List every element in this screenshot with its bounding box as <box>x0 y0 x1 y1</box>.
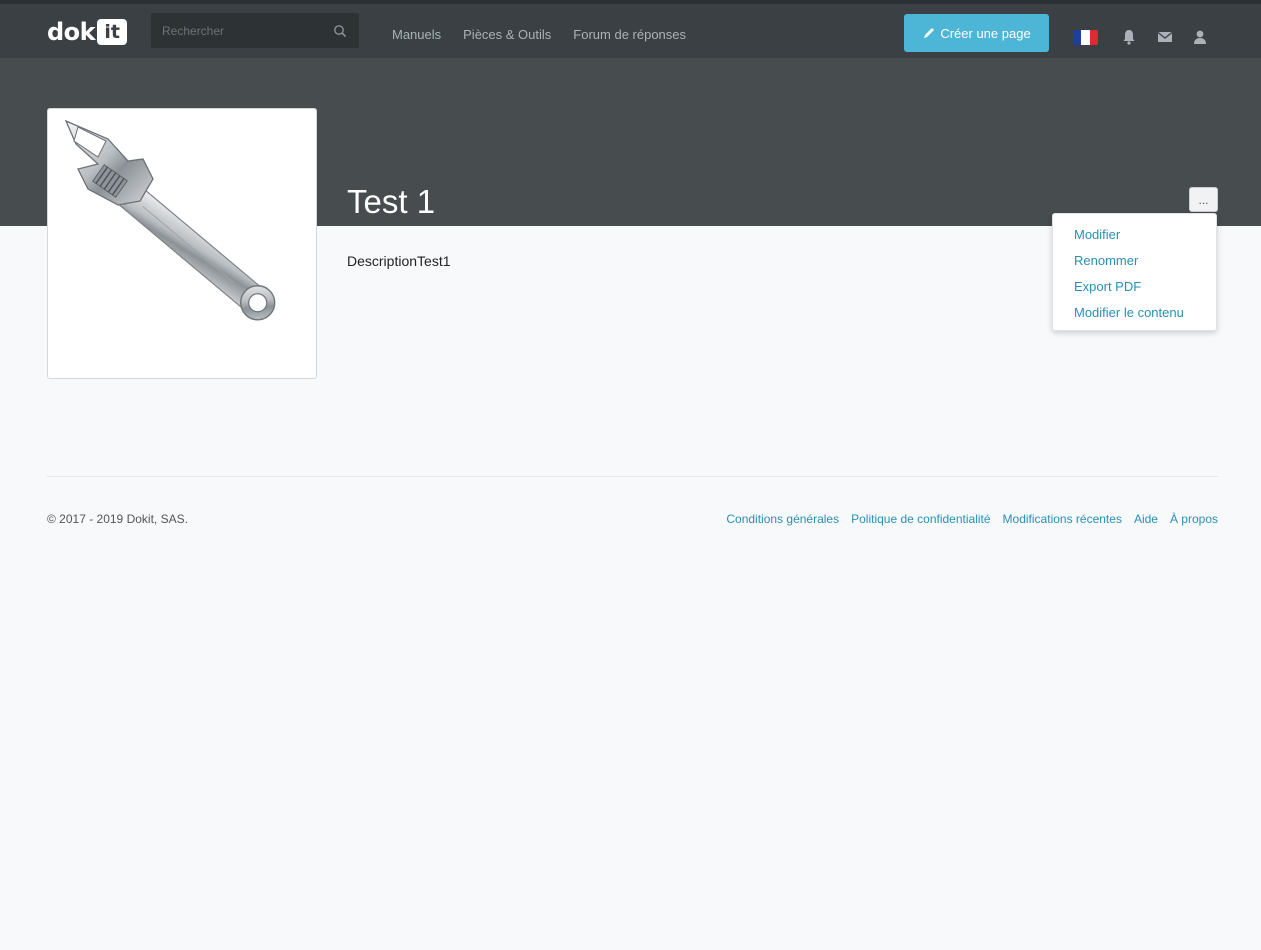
footer-link-modifications[interactable]: Modifications récentes <box>1003 512 1122 526</box>
footer-link-aide[interactable]: Aide <box>1134 512 1158 526</box>
footer-link-a-propos[interactable]: À propos <box>1170 512 1218 526</box>
page-description: DescriptionTest1 <box>347 253 451 269</box>
logo-text: dok <box>47 18 96 46</box>
search-box <box>151 13 359 48</box>
page-actions-menu: Modifier Renommer Export PDF Modifier le… <box>1052 213 1217 331</box>
footer-links: Conditions générales Politique de confid… <box>726 512 1218 526</box>
footer-link-conditions[interactable]: Conditions générales <box>726 512 839 526</box>
user-icon[interactable] <box>1191 28 1209 46</box>
logo-box: it <box>97 19 128 45</box>
wrench-image <box>64 119 276 321</box>
envelope-icon[interactable] <box>1156 28 1174 46</box>
menu-item-renommer[interactable]: Renommer <box>1053 250 1216 276</box>
nav-link-forum[interactable]: Forum de réponses <box>573 27 686 42</box>
page-title: Test 1 <box>347 183 436 220</box>
top-navbar: dok it Manuels Pièces & Outils Forum de … <box>0 0 1261 58</box>
create-page-label: Créer une page <box>940 25 1031 41</box>
create-page-button[interactable]: Créer une page <box>904 14 1049 52</box>
bell-icon[interactable] <box>1120 28 1138 46</box>
search-icon[interactable] <box>333 24 347 38</box>
dokit-logo[interactable]: dok it <box>47 17 128 47</box>
menu-item-modifier[interactable]: Modifier <box>1053 224 1216 250</box>
footer-link-confidentialite[interactable]: Politique de confidentialité <box>851 512 990 526</box>
page-image[interactable] <box>47 108 317 379</box>
menu-item-modifier-contenu[interactable]: Modifier le contenu <box>1053 302 1216 328</box>
pencil-icon <box>924 28 935 38</box>
footer-divider <box>47 476 1218 477</box>
french-flag-icon[interactable] <box>1073 30 1098 45</box>
nav-link-manuels[interactable]: Manuels <box>392 27 441 42</box>
main-nav: Manuels Pièces & Outils Forum de réponse… <box>392 27 686 42</box>
footer-copyright: © 2017 - 2019 Dokit, SAS. <box>47 512 188 526</box>
more-options-button[interactable]: ... <box>1189 187 1218 212</box>
nav-link-pieces-outils[interactable]: Pièces & Outils <box>463 27 551 42</box>
menu-item-export-pdf[interactable]: Export PDF <box>1053 276 1216 302</box>
search-input[interactable] <box>151 13 326 48</box>
